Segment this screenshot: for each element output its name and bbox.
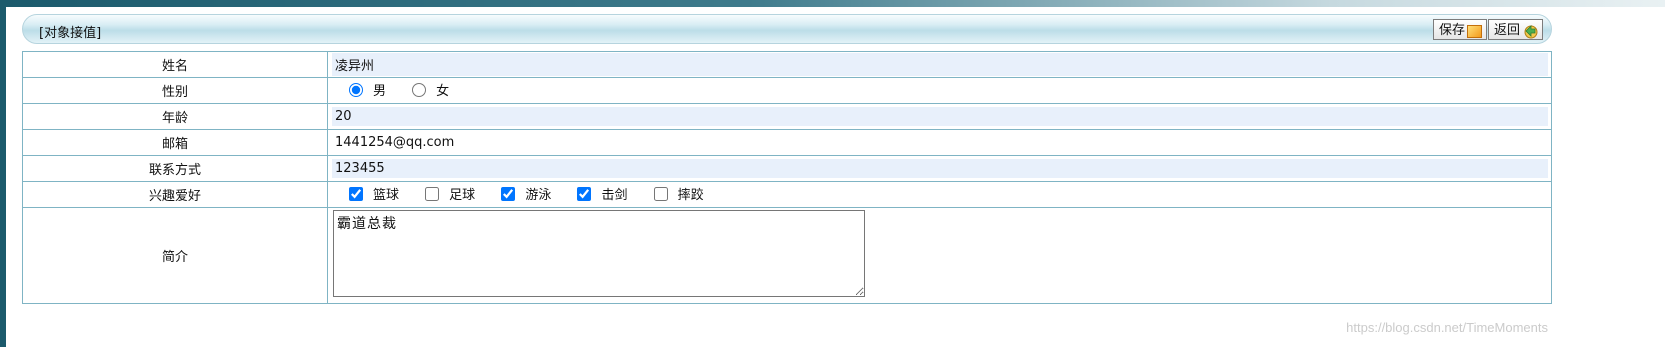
- contact-label: 联系方式: [22, 155, 328, 182]
- hobby-checkbox-swimming[interactable]: [501, 186, 516, 201]
- hobby-option-label: 击剑: [601, 188, 628, 204]
- hobby-option-football[interactable]: 足球: [411, 184, 475, 203]
- hobbies-options: 篮球 足球 游泳 击剑 摔跤: [327, 181, 1552, 208]
- form-row-intro: 简介 霸道总裁: [22, 207, 1552, 304]
- gender-radio-male[interactable]: [349, 82, 363, 97]
- panel-title: [对象接值]: [39, 26, 102, 41]
- contact-value-cell: 123455: [327, 155, 1552, 182]
- hobby-option-basketball[interactable]: 篮球: [335, 184, 399, 203]
- save-button[interactable]: 保存: [1432, 19, 1487, 40]
- top-decorative-strip: [0, 0, 1665, 7]
- return-arrow-icon: [1522, 23, 1538, 39]
- age-value-cell: 20: [327, 103, 1552, 130]
- form-row-contact: 联系方式 123455: [22, 155, 1552, 182]
- email-value: 1441254@qq.com: [335, 135, 455, 150]
- email-label: 邮箱: [22, 129, 328, 156]
- hobby-option-fencing[interactable]: 击剑: [563, 184, 627, 203]
- name-value-cell: 凌异州: [327, 51, 1552, 78]
- gender-option-male[interactable]: 男: [335, 80, 386, 99]
- gender-options: 男 女: [327, 77, 1552, 104]
- hobby-checkbox-fencing[interactable]: [577, 186, 592, 201]
- hobby-checkbox-football[interactable]: [425, 186, 440, 201]
- watermark-text: https://blog.csdn.net/TimeMoments: [1346, 320, 1548, 335]
- gender-radio-female[interactable]: [412, 82, 427, 97]
- age-value: 20: [332, 107, 1548, 126]
- back-button[interactable]: 返回: [1487, 19, 1543, 40]
- gender-option-label: 男: [373, 84, 387, 100]
- intro-label: 简介: [22, 207, 328, 304]
- email-value-cell: 1441254@qq.com: [327, 129, 1552, 156]
- hobby-option-label: 篮球: [373, 188, 400, 204]
- hobby-option-swimming[interactable]: 游泳: [487, 184, 551, 203]
- name-label: 姓名: [22, 51, 328, 78]
- hobby-option-label: 摔跤: [677, 188, 704, 204]
- save-button-label: 保存: [1438, 22, 1465, 38]
- hobby-checkbox-wrestling[interactable]: [653, 186, 668, 201]
- form-row-hobbies: 兴趣爱好 篮球 足球 游泳 击剑 摔跤: [22, 181, 1552, 208]
- panel-header-bar: [对象接值] 保存 返回: [22, 14, 1552, 44]
- hobby-option-label: 足球: [449, 188, 476, 204]
- hobby-option-label: 游泳: [525, 188, 552, 204]
- gender-label: 性别: [22, 77, 328, 104]
- hobby-checkbox-basketball[interactable]: [349, 186, 363, 201]
- back-button-label: 返回: [1493, 22, 1520, 38]
- contact-value: 123455: [332, 159, 1548, 178]
- form-row-age: 年龄 20: [22, 103, 1552, 130]
- object-form-table: 姓名 凌异州 性别 男 女 年龄 20 邮箱 1441254@qq.com 联系…: [22, 51, 1552, 304]
- name-value: 凌异州: [332, 53, 1548, 76]
- intro-textarea[interactable]: 霸道总裁: [333, 210, 865, 297]
- gender-option-label: 女: [436, 84, 450, 100]
- intro-value-cell: 霸道总裁: [327, 207, 1552, 304]
- left-decorative-strip: [0, 0, 6, 347]
- form-row-email: 邮箱 1441254@qq.com: [22, 129, 1552, 156]
- age-label: 年龄: [22, 103, 328, 130]
- hobbies-label: 兴趣爱好: [22, 181, 328, 208]
- form-row-gender: 性别 男 女: [22, 77, 1552, 104]
- form-row-name: 姓名 凌异州: [22, 51, 1552, 78]
- hobby-option-wrestling[interactable]: 摔跤: [640, 184, 704, 203]
- gender-option-female[interactable]: 女: [398, 80, 449, 99]
- save-icon: [1467, 25, 1482, 38]
